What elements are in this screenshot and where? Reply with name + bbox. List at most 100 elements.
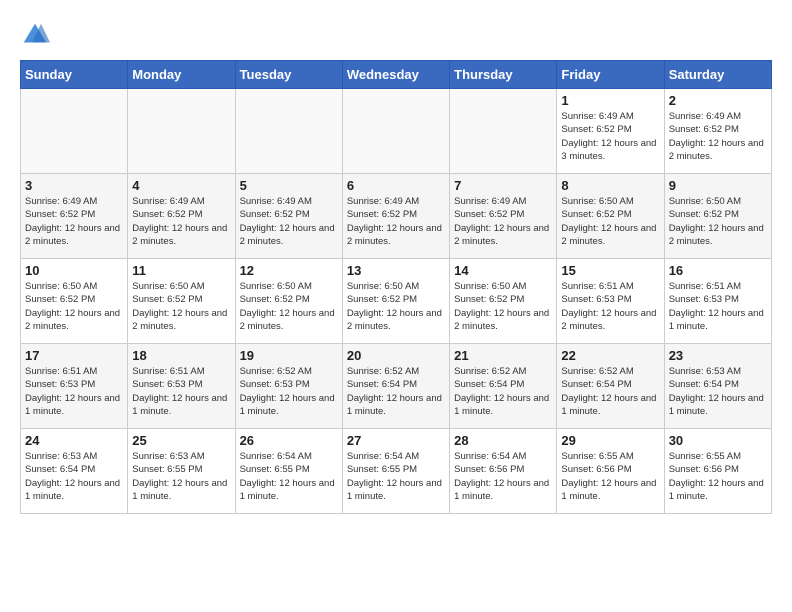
day-info: Sunrise: 6:55 AM Sunset: 6:56 PM Dayligh…	[669, 450, 767, 503]
day-number: 4	[132, 178, 230, 193]
day-info: Sunrise: 6:50 AM Sunset: 6:52 PM Dayligh…	[454, 280, 552, 333]
calendar-day-cell: 15 Sunrise: 6:51 AM Sunset: 6:53 PM Dayli…	[557, 259, 664, 344]
calendar-day-cell	[450, 89, 557, 174]
day-number: 3	[25, 178, 123, 193]
calendar-day-cell: 22 Sunrise: 6:52 AM Sunset: 6:54 PM Dayli…	[557, 344, 664, 429]
calendar-day-header: Monday	[128, 61, 235, 89]
day-number: 5	[240, 178, 338, 193]
calendar-day-cell: 6Sunrise: 6:49 AM Sunset: 6:52 PM Daylig…	[342, 174, 449, 259]
day-number: 18	[132, 348, 230, 363]
day-number: 20	[347, 348, 445, 363]
day-number: 10	[25, 263, 123, 278]
day-number: 29	[561, 433, 659, 448]
calendar-week-row: 10 Sunrise: 6:50 AM Sunset: 6:52 PM Dayli…	[21, 259, 772, 344]
calendar-day-cell	[342, 89, 449, 174]
calendar-week-row: 17 Sunrise: 6:51 AM Sunset: 6:53 PM Dayli…	[21, 344, 772, 429]
day-number: 9	[669, 178, 767, 193]
day-number: 26	[240, 433, 338, 448]
calendar-table: SundayMondayTuesdayWednesdayThursdayFrid…	[20, 60, 772, 514]
day-number: 14	[454, 263, 552, 278]
calendar-day-cell: 11 Sunrise: 6:50 AM Sunset: 6:52 PM Dayli…	[128, 259, 235, 344]
logo	[20, 20, 54, 50]
day-info: Sunrise: 6:51 AM Sunset: 6:53 PM Dayligh…	[132, 365, 230, 418]
calendar-day-cell: 13Sunrise: 6:50 AM Sunset: 6:52 PM Dayli…	[342, 259, 449, 344]
page-header	[20, 20, 772, 50]
day-number: 24	[25, 433, 123, 448]
calendar-day-cell: 4 Sunrise: 6:49 AM Sunset: 6:52 PM Daylig…	[128, 174, 235, 259]
day-info: Sunrise: 6:52 AM Sunset: 6:54 PM Dayligh…	[454, 365, 552, 418]
day-info: Sunrise: 6:54 AM Sunset: 6:55 PM Dayligh…	[240, 450, 338, 503]
calendar-day-cell: 20Sunrise: 6:52 AM Sunset: 6:54 PM Dayli…	[342, 344, 449, 429]
day-number: 19	[240, 348, 338, 363]
day-number: 13	[347, 263, 445, 278]
calendar-day-cell: 25 Sunrise: 6:53 AM Sunset: 6:55 PM Dayli…	[128, 429, 235, 514]
day-number: 2	[669, 93, 767, 108]
calendar-day-cell	[21, 89, 128, 174]
calendar-day-header: Friday	[557, 61, 664, 89]
calendar-day-header: Wednesday	[342, 61, 449, 89]
day-number: 27	[347, 433, 445, 448]
calendar-day-cell: 19 Sunrise: 6:52 AM Sunset: 6:53 PM Dayli…	[235, 344, 342, 429]
calendar-day-cell: 8 Sunrise: 6:50 AM Sunset: 6:52 PM Daylig…	[557, 174, 664, 259]
calendar-day-cell: 7Sunrise: 6:49 AM Sunset: 6:52 PM Daylig…	[450, 174, 557, 259]
calendar-week-row: 24 Sunrise: 6:53 AM Sunset: 6:54 PM Dayli…	[21, 429, 772, 514]
day-info: Sunrise: 6:50 AM Sunset: 6:52 PM Dayligh…	[132, 280, 230, 333]
day-number: 15	[561, 263, 659, 278]
calendar-day-cell: 29Sunrise: 6:55 AM Sunset: 6:56 PM Dayli…	[557, 429, 664, 514]
day-number: 28	[454, 433, 552, 448]
day-info: Sunrise: 6:53 AM Sunset: 6:54 PM Dayligh…	[25, 450, 123, 503]
day-number: 12	[240, 263, 338, 278]
calendar-day-cell: 12Sunrise: 6:50 AM Sunset: 6:52 PM Dayli…	[235, 259, 342, 344]
day-info: Sunrise: 6:49 AM Sunset: 6:52 PM Dayligh…	[132, 195, 230, 248]
calendar-week-row: 3 Sunrise: 6:49 AM Sunset: 6:52 PM Daylig…	[21, 174, 772, 259]
day-number: 6	[347, 178, 445, 193]
calendar-day-cell: 30 Sunrise: 6:55 AM Sunset: 6:56 PM Dayli…	[664, 429, 771, 514]
day-number: 23	[669, 348, 767, 363]
calendar-day-cell: 9 Sunrise: 6:50 AM Sunset: 6:52 PM Daylig…	[664, 174, 771, 259]
day-number: 22	[561, 348, 659, 363]
day-info: Sunrise: 6:54 AM Sunset: 6:56 PM Dayligh…	[454, 450, 552, 503]
calendar-day-cell: 18 Sunrise: 6:51 AM Sunset: 6:53 PM Dayli…	[128, 344, 235, 429]
calendar-day-cell: 14 Sunrise: 6:50 AM Sunset: 6:52 PM Dayli…	[450, 259, 557, 344]
day-info: Sunrise: 6:49 AM Sunset: 6:52 PM Dayligh…	[669, 110, 767, 163]
day-info: Sunrise: 6:49 AM Sunset: 6:52 PM Dayligh…	[240, 195, 338, 248]
day-number: 21	[454, 348, 552, 363]
calendar-day-cell: 27 Sunrise: 6:54 AM Sunset: 6:55 PM Dayli…	[342, 429, 449, 514]
calendar-day-cell: 26 Sunrise: 6:54 AM Sunset: 6:55 PM Dayli…	[235, 429, 342, 514]
calendar-day-cell: 5 Sunrise: 6:49 AM Sunset: 6:52 PM Daylig…	[235, 174, 342, 259]
day-number: 30	[669, 433, 767, 448]
day-info: Sunrise: 6:50 AM Sunset: 6:52 PM Dayligh…	[669, 195, 767, 248]
day-info: Sunrise: 6:52 AM Sunset: 6:53 PM Dayligh…	[240, 365, 338, 418]
day-info: Sunrise: 6:54 AM Sunset: 6:55 PM Dayligh…	[347, 450, 445, 503]
calendar-day-cell: 17 Sunrise: 6:51 AM Sunset: 6:53 PM Dayli…	[21, 344, 128, 429]
calendar-day-cell: 3 Sunrise: 6:49 AM Sunset: 6:52 PM Daylig…	[21, 174, 128, 259]
calendar-day-header: Saturday	[664, 61, 771, 89]
day-info: Sunrise: 6:53 AM Sunset: 6:55 PM Dayligh…	[132, 450, 230, 503]
calendar-day-cell: 2 Sunrise: 6:49 AM Sunset: 6:52 PM Daylig…	[664, 89, 771, 174]
day-number: 8	[561, 178, 659, 193]
calendar-day-cell: 1Sunrise: 6:49 AM Sunset: 6:52 PM Daylig…	[557, 89, 664, 174]
day-info: Sunrise: 6:49 AM Sunset: 6:52 PM Dayligh…	[25, 195, 123, 248]
calendar-day-header: Thursday	[450, 61, 557, 89]
calendar-day-cell: 16Sunrise: 6:51 AM Sunset: 6:53 PM Dayli…	[664, 259, 771, 344]
calendar-day-cell: 28 Sunrise: 6:54 AM Sunset: 6:56 PM Dayli…	[450, 429, 557, 514]
day-info: Sunrise: 6:49 AM Sunset: 6:52 PM Dayligh…	[454, 195, 552, 248]
calendar-day-header: Sunday	[21, 61, 128, 89]
calendar-day-cell	[128, 89, 235, 174]
day-info: Sunrise: 6:50 AM Sunset: 6:52 PM Dayligh…	[25, 280, 123, 333]
day-info: Sunrise: 6:51 AM Sunset: 6:53 PM Dayligh…	[25, 365, 123, 418]
day-info: Sunrise: 6:51 AM Sunset: 6:53 PM Dayligh…	[561, 280, 659, 333]
day-number: 11	[132, 263, 230, 278]
day-info: Sunrise: 6:50 AM Sunset: 6:52 PM Dayligh…	[561, 195, 659, 248]
calendar-day-header: Tuesday	[235, 61, 342, 89]
day-info: Sunrise: 6:53 AM Sunset: 6:54 PM Dayligh…	[669, 365, 767, 418]
day-number: 1	[561, 93, 659, 108]
calendar-header-row: SundayMondayTuesdayWednesdayThursdayFrid…	[21, 61, 772, 89]
calendar-day-cell: 24 Sunrise: 6:53 AM Sunset: 6:54 PM Dayli…	[21, 429, 128, 514]
calendar-day-cell: 23 Sunrise: 6:53 AM Sunset: 6:54 PM Dayli…	[664, 344, 771, 429]
day-number: 25	[132, 433, 230, 448]
day-number: 17	[25, 348, 123, 363]
day-info: Sunrise: 6:52 AM Sunset: 6:54 PM Dayligh…	[561, 365, 659, 418]
calendar-week-row: 1 Sunrise: 6:49 AM Sunset: 6:52 PM Daylig…	[21, 89, 772, 174]
day-number: 16	[669, 263, 767, 278]
